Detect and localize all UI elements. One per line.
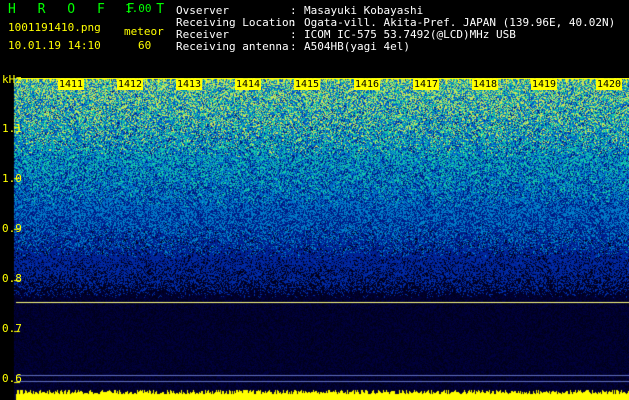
y-axis-unit: kHz (2, 73, 22, 86)
y-tick-label: 0.7 (2, 322, 22, 335)
x-tick-label: 1412 (117, 79, 144, 90)
info-value: A504HB(yagi 4el) (304, 40, 410, 53)
file-name: 1001191410.png (8, 21, 101, 34)
x-tick-label: 1413 (176, 79, 203, 90)
x-tick-label: 1417 (413, 79, 440, 90)
x-tick-label: 1416 (354, 79, 381, 90)
y-tick-label: 0.8 (2, 272, 22, 285)
x-tick-label: 1411 (58, 79, 85, 90)
mode-label: meteor (124, 25, 164, 38)
app-version: 1.00 (125, 2, 152, 15)
x-tick-label: 1414 (235, 79, 262, 90)
x-tick-label: 1419 (531, 79, 558, 90)
x-tick-label: 1415 (294, 79, 321, 90)
x-tick-label: 1420 (596, 79, 623, 90)
x-tick-label: 1418 (472, 79, 499, 90)
y-tick-label: 1.0 (2, 172, 22, 185)
mode-value: 60 (138, 39, 152, 52)
spectrogram-canvas (0, 78, 629, 400)
header-panel: H R O F F T 1.00 1001191410.png meteor 1… (0, 0, 629, 78)
y-tick-label: 0.9 (2, 222, 22, 235)
y-tick-label: 0.6 (2, 372, 22, 385)
y-tick-label: 1.1 (2, 122, 22, 135)
file-datetime: 10.01.19 14:10 (8, 39, 101, 52)
info-antenna: Receiving antenna: A504HB(yagi 4el) (176, 40, 410, 53)
info-label: Receiving antenna (176, 40, 289, 53)
